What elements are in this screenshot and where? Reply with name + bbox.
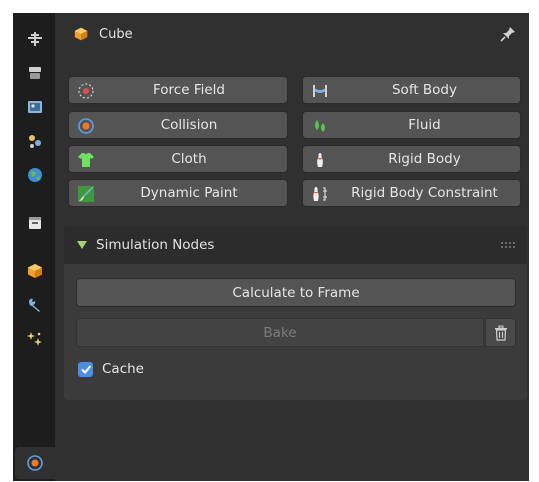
rigid-body-constraint-label: Rigid Body Constraint bbox=[351, 185, 498, 201]
cache-label: Cache bbox=[102, 361, 144, 377]
rigid-body-button[interactable]: Rigid Body bbox=[302, 145, 521, 173]
collection-icon bbox=[29, 217, 41, 229]
object-name: Cube bbox=[99, 26, 133, 42]
tool-tab[interactable] bbox=[15, 23, 55, 55]
checkmark-icon bbox=[80, 365, 91, 374]
cloth-icon bbox=[78, 153, 94, 167]
delete-bake-button[interactable] bbox=[485, 318, 516, 347]
properties-header: Cube bbox=[55, 13, 529, 55]
rigid-body-constraint-icon bbox=[313, 187, 327, 201]
collection-tab[interactable] bbox=[15, 207, 55, 239]
simulation-nodes-header[interactable]: Simulation Nodes bbox=[64, 226, 527, 264]
render-tab[interactable] bbox=[15, 57, 55, 89]
physics-icon bbox=[27, 455, 43, 471]
rigid-body-constraint-button[interactable]: Rigid Body Constraint bbox=[302, 179, 521, 207]
cache-checkbox[interactable] bbox=[78, 361, 93, 377]
output-icon bbox=[28, 101, 42, 113]
rigid-body-icon bbox=[317, 153, 323, 167]
bake-button[interactable]: Bake bbox=[76, 318, 484, 347]
view-layer-icon bbox=[29, 135, 41, 148]
calculate-to-frame-label: Calculate to Frame bbox=[232, 284, 360, 301]
collision-button[interactable]: Collision bbox=[68, 111, 288, 139]
object-tab[interactable] bbox=[15, 255, 55, 287]
cloth-button[interactable]: Cloth bbox=[68, 145, 288, 173]
object-icon bbox=[28, 264, 42, 278]
wrench-icon bbox=[29, 298, 40, 312]
fluid-label: Fluid bbox=[408, 117, 441, 133]
particles-tab[interactable] bbox=[15, 323, 55, 355]
tool-icon bbox=[28, 32, 42, 46]
world-icon bbox=[28, 168, 42, 182]
drag-grip-icon[interactable] bbox=[501, 242, 515, 248]
soft-body-icon bbox=[313, 85, 327, 97]
collision-label: Collision bbox=[160, 117, 218, 133]
collapse-triangle-icon[interactable] bbox=[77, 241, 87, 249]
force-field-icon bbox=[78, 83, 94, 99]
properties-tab-strip bbox=[13, 13, 55, 481]
output-tab[interactable] bbox=[15, 91, 55, 123]
physics-tab[interactable] bbox=[15, 447, 55, 479]
fluid-button[interactable]: Fluid bbox=[302, 111, 521, 139]
dynamic-paint-label: Dynamic Paint bbox=[140, 185, 238, 201]
collision-icon bbox=[78, 118, 94, 134]
fluid-icon bbox=[315, 120, 325, 132]
force-field-button[interactable]: Force Field bbox=[68, 76, 288, 104]
cache-option[interactable]: Cache bbox=[78, 361, 144, 377]
object-data-icon bbox=[74, 27, 88, 41]
dynamic-paint-icon bbox=[78, 186, 94, 202]
trash-icon bbox=[494, 325, 507, 341]
bake-label: Bake bbox=[263, 324, 297, 341]
soft-body-button[interactable]: Soft Body bbox=[302, 76, 521, 104]
world-tab[interactable] bbox=[15, 159, 55, 191]
modifiers-tab[interactable] bbox=[15, 289, 55, 321]
calculate-to-frame-button[interactable]: Calculate to Frame bbox=[76, 278, 516, 307]
render-icon bbox=[29, 67, 41, 79]
panel-title: Simulation Nodes bbox=[96, 237, 215, 253]
force-field-label: Force Field bbox=[153, 82, 225, 98]
soft-body-label: Soft Body bbox=[391, 82, 457, 98]
pin-icon[interactable] bbox=[499, 25, 517, 43]
properties-editor: Cube Force Field Soft Body Collision Flu… bbox=[13, 13, 529, 481]
simulation-nodes-panel: Simulation Nodes Calculate to Frame Bake… bbox=[64, 226, 527, 400]
cloth-label: Cloth bbox=[171, 151, 207, 167]
dynamic-paint-button[interactable]: Dynamic Paint bbox=[68, 179, 288, 207]
rigid-body-label: Rigid Body bbox=[388, 151, 461, 167]
view-layer-tab[interactable] bbox=[15, 125, 55, 157]
particles-icon bbox=[27, 332, 42, 346]
